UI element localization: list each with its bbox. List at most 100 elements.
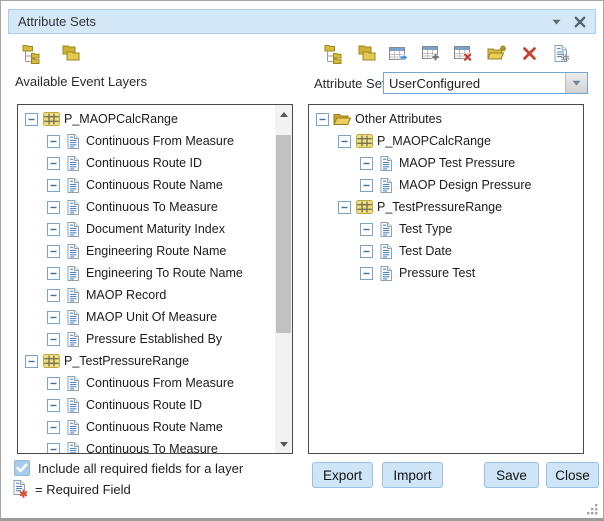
feature-class-icon <box>42 354 60 368</box>
field-icon <box>64 288 82 303</box>
tree-item-label: Continuous From Measure <box>86 134 234 148</box>
collapse-box-icon[interactable] <box>47 311 60 324</box>
table-remove-icon[interactable] <box>453 43 475 64</box>
tree-item[interactable]: Continuous To Measure <box>18 438 275 453</box>
tree-item[interactable]: MAOP Record <box>18 284 275 306</box>
tree-item[interactable]: Continuous From Measure <box>18 130 275 152</box>
feature-class-icon <box>355 200 373 214</box>
tree-item[interactable]: Continuous Route Name <box>18 416 275 438</box>
collapse-box-icon[interactable] <box>338 135 351 148</box>
folder-new-icon[interactable] <box>486 43 508 64</box>
toolbar-left <box>21 43 82 64</box>
collapse-box-icon[interactable] <box>360 223 373 236</box>
field-icon <box>377 222 395 237</box>
collapse-box-icon[interactable] <box>360 245 373 258</box>
tree-item[interactable]: MAOP Unit Of Measure <box>18 306 275 328</box>
field-icon <box>377 156 395 171</box>
tree-item-label: Continuous Route ID <box>86 156 202 170</box>
scroll-up-icon[interactable] <box>275 106 292 122</box>
collapse-box-icon[interactable] <box>47 223 60 236</box>
folders-icon[interactable] <box>60 43 82 64</box>
folders-icon[interactable] <box>356 43 378 64</box>
scrollbar-thumb[interactable] <box>276 135 291 333</box>
layer-tree-icon[interactable] <box>21 43 43 64</box>
tree-item[interactable]: Continuous To Measure <box>18 196 275 218</box>
collapse-box-icon[interactable] <box>47 399 60 412</box>
delete-icon[interactable] <box>518 43 540 64</box>
field-icon <box>64 332 82 347</box>
collapse-box-icon[interactable] <box>47 245 60 258</box>
attribute-set-combobox[interactable]: UserConfigured <box>383 72 588 94</box>
tree-item[interactable]: MAOP Test Pressure <box>309 152 583 174</box>
attribute-set-label: Attribute Set: <box>314 76 389 91</box>
collapse-box-icon[interactable] <box>47 157 60 170</box>
tree-item[interactable]: Pressure Test <box>309 262 583 284</box>
save-button[interactable]: Save <box>484 462 539 488</box>
collapse-box-icon[interactable] <box>47 421 60 434</box>
collapse-box-icon[interactable] <box>360 157 373 170</box>
window-title: Attribute Sets <box>9 14 96 29</box>
tree-item[interactable]: P_TestPressureRange <box>309 196 583 218</box>
tree-item[interactable]: Continuous Route Name <box>18 174 275 196</box>
collapse-box-icon[interactable] <box>316 113 329 126</box>
collapse-box-icon[interactable] <box>47 267 60 280</box>
collapse-box-icon[interactable] <box>360 267 373 280</box>
required-field-icon <box>13 480 29 498</box>
tree-item-label: Document Maturity Index <box>86 222 225 236</box>
title-bar: Attribute Sets <box>8 9 596 34</box>
include-required-checkbox[interactable] <box>14 460 30 476</box>
collapse-box-icon[interactable] <box>25 355 38 368</box>
combo-dropdown-button[interactable] <box>565 73 587 93</box>
tree-item[interactable]: P_MAOPCalcRange <box>18 108 275 130</box>
tree-item[interactable]: Pressure Established By <box>18 328 275 350</box>
collapse-box-icon[interactable] <box>25 113 38 126</box>
tree-item[interactable]: P_TestPressureRange <box>18 350 275 372</box>
table-export-icon[interactable] <box>388 43 410 64</box>
tree-item[interactable]: Engineering To Route Name <box>18 262 275 284</box>
import-button[interactable]: Import <box>382 462 443 488</box>
vertical-scrollbar[interactable] <box>275 105 292 453</box>
collapse-box-icon[interactable] <box>47 135 60 148</box>
tree-item[interactable]: Engineering Route Name <box>18 240 275 262</box>
collapse-caret-icon[interactable] <box>552 19 561 25</box>
tree-item[interactable]: Test Date <box>309 240 583 262</box>
tree-item[interactable]: Continuous Route ID <box>18 394 275 416</box>
close-button[interactable]: Close <box>546 462 599 488</box>
tree-item-label: P_MAOPCalcRange <box>377 134 491 148</box>
tree-item[interactable]: P_MAOPCalcRange <box>309 130 583 152</box>
report-settings-icon[interactable] <box>551 43 573 64</box>
field-icon <box>64 244 82 259</box>
collapse-box-icon[interactable] <box>47 443 60 454</box>
scroll-down-icon[interactable] <box>275 436 292 452</box>
field-icon <box>64 156 82 171</box>
layer-tree-icon[interactable] <box>323 43 345 64</box>
required-field-label: = Required Field <box>35 482 131 497</box>
collapse-box-icon[interactable] <box>47 201 60 214</box>
attribute-sets-dialog: Attribute Sets <box>0 0 604 521</box>
tree-item[interactable]: Other Attributes <box>309 108 583 130</box>
collapse-box-icon[interactable] <box>338 201 351 214</box>
resize-grip[interactable] <box>587 504 598 515</box>
tree-item[interactable]: Document Maturity Index <box>18 218 275 240</box>
export-button[interactable]: Export <box>312 462 373 488</box>
tree-item[interactable]: Test Type <box>309 218 583 240</box>
attribute-set-tree: Other Attributes P_MAOPCalcRange MAOP Te… <box>309 105 583 453</box>
field-icon <box>64 310 82 325</box>
collapse-box-icon[interactable] <box>47 377 60 390</box>
collapse-box-icon[interactable] <box>47 289 60 302</box>
field-icon <box>377 178 395 193</box>
collapse-box-icon[interactable] <box>47 333 60 346</box>
tree-item-label: Pressure Test <box>399 266 475 280</box>
tree-item[interactable]: Continuous Route ID <box>18 152 275 174</box>
tree-item-label: MAOP Record <box>86 288 166 302</box>
collapse-box-icon[interactable] <box>47 179 60 192</box>
tree-item[interactable]: MAOP Design Pressure <box>309 174 583 196</box>
tree-item[interactable]: Continuous From Measure <box>18 372 275 394</box>
tree-item-label: P_TestPressureRange <box>377 200 502 214</box>
tree-item-label: Engineering Route Name <box>86 244 226 258</box>
tree-item-label: Pressure Established By <box>86 332 222 346</box>
table-add-icon[interactable] <box>421 43 443 64</box>
collapse-box-icon[interactable] <box>360 179 373 192</box>
attribute-set-value[interactable]: UserConfigured <box>384 73 565 93</box>
close-icon[interactable] <box>574 16 586 28</box>
